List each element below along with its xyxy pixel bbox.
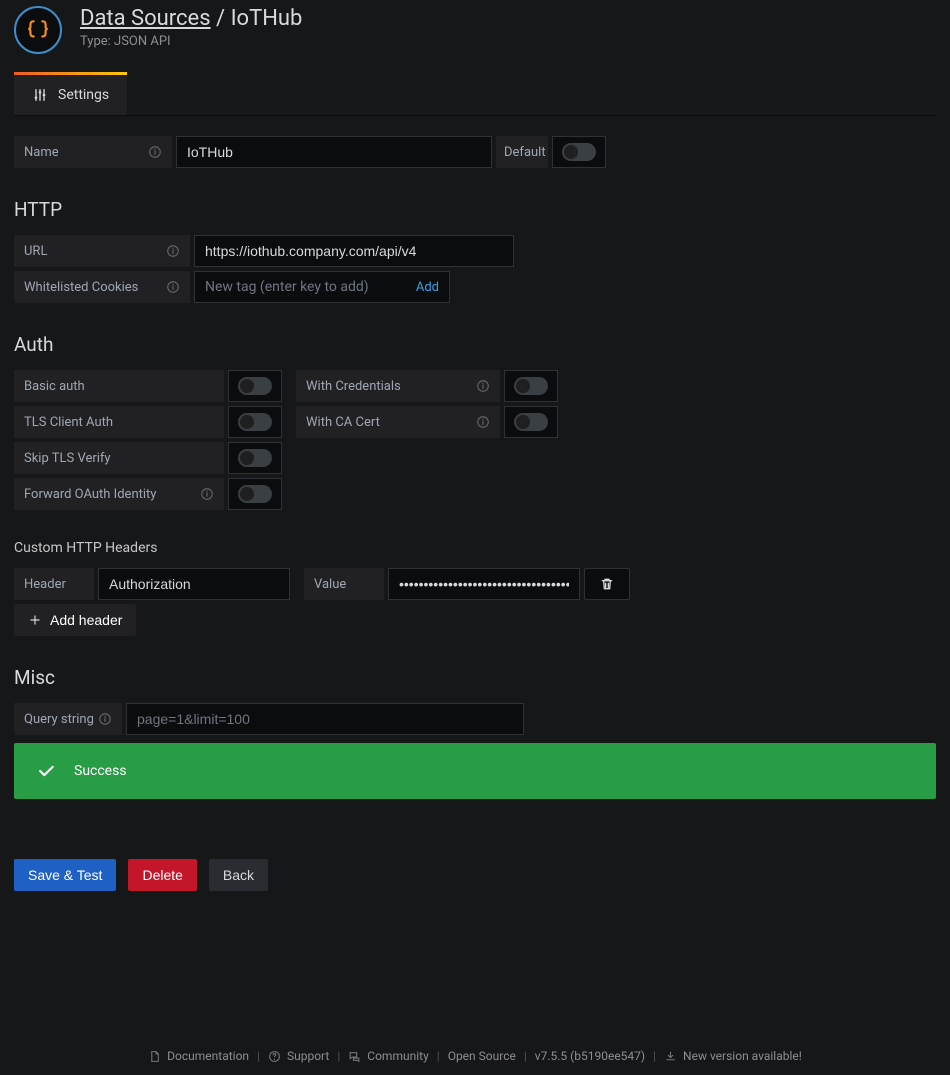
info-icon[interactable] <box>166 244 180 258</box>
plus-icon <box>28 613 42 627</box>
success-alert: Success <box>14 743 936 799</box>
info-icon[interactable] <box>166 280 180 294</box>
footer-community-link[interactable]: Community <box>348 1049 428 1063</box>
footer-update-link[interactable]: New version available! <box>664 1049 802 1063</box>
custom-headers-title: Custom HTTP Headers <box>14 540 936 556</box>
success-alert-text: Success <box>74 763 127 779</box>
skip-tls-verify-label: Skip TLS Verify <box>14 442 224 474</box>
query-string-input[interactable] <box>126 703 524 735</box>
tab-settings-label: Settings <box>58 87 109 103</box>
misc-section-title: Misc <box>14 666 936 689</box>
info-icon[interactable] <box>476 415 490 429</box>
whitelisted-cookies-input[interactable]: New tag (enter key to add) Add <box>194 271 450 303</box>
basic-auth-label: Basic auth <box>14 370 224 402</box>
with-credentials-toggle[interactable] <box>504 370 558 402</box>
add-tag-link[interactable]: Add <box>416 280 439 295</box>
default-toggle[interactable] <box>552 136 606 168</box>
tab-settings[interactable]: Settings <box>14 72 127 115</box>
action-bar: Save & Test Delete Back <box>14 859 936 891</box>
tls-client-auth-toggle[interactable] <box>228 406 282 438</box>
footer-version: v7.5.5 (b5190ee547) <box>535 1049 645 1063</box>
query-string-label: Query string <box>14 703 122 735</box>
default-label: Default <box>496 136 548 168</box>
page-footer: Documentation | Support | Community | Op… <box>0 1049 950 1063</box>
footer-docs-link[interactable]: Documentation <box>148 1049 249 1063</box>
header-value-input[interactable] <box>388 568 580 600</box>
header-name-input[interactable] <box>98 568 290 600</box>
page-header: Data Sources / IoTHub Type: JSON API <box>14 0 936 72</box>
whitelisted-cookies-label: Whitelisted Cookies <box>14 271 190 303</box>
url-label: URL <box>14 235 190 267</box>
delete-header-button[interactable] <box>584 568 630 600</box>
info-icon[interactable] <box>476 379 490 393</box>
tab-bar: Settings <box>14 72 936 116</box>
download-icon <box>664 1050 677 1063</box>
breadcrumb-current: IoTHub <box>231 6 303 31</box>
check-icon <box>36 761 56 781</box>
comments-icon <box>348 1050 361 1063</box>
basic-auth-toggle[interactable] <box>228 370 282 402</box>
page-title: Data Sources / IoTHub <box>80 6 302 32</box>
footer-support-link[interactable]: Support <box>268 1049 329 1063</box>
trash-icon <box>599 576 615 592</box>
delete-button[interactable]: Delete <box>128 859 196 891</box>
page-subtitle: Type: JSON API <box>80 34 302 49</box>
info-icon[interactable] <box>98 712 112 726</box>
http-section-title: HTTP <box>14 198 936 221</box>
auth-section-title: Auth <box>14 333 936 356</box>
forward-oauth-toggle[interactable] <box>228 478 282 510</box>
save-and-test-button[interactable]: Save & Test <box>14 859 116 891</box>
json-braces-icon <box>25 17 51 43</box>
document-icon <box>148 1050 161 1063</box>
name-label: Name <box>14 136 172 168</box>
info-icon[interactable] <box>200 487 214 501</box>
with-ca-cert-label: With CA Cert <box>296 406 500 438</box>
back-button[interactable]: Back <box>209 859 268 891</box>
info-icon[interactable] <box>148 145 162 159</box>
add-header-button[interactable]: Add header <box>14 604 136 636</box>
header-name-label: Header <box>14 568 94 600</box>
question-icon <box>268 1050 281 1063</box>
url-input[interactable] <box>194 235 514 267</box>
breadcrumb-root-link[interactable]: Data Sources <box>80 6 211 31</box>
plugin-logo <box>14 6 62 54</box>
skip-tls-verify-toggle[interactable] <box>228 442 282 474</box>
forward-oauth-label: Forward OAuth Identity <box>14 478 224 510</box>
with-credentials-label: With Credentials <box>296 370 500 402</box>
footer-opensource: Open Source <box>448 1049 516 1063</box>
name-input[interactable] <box>176 136 492 168</box>
tls-client-auth-label: TLS Client Auth <box>14 406 224 438</box>
with-ca-cert-toggle[interactable] <box>504 406 558 438</box>
header-value-label: Value <box>304 568 384 600</box>
sliders-icon <box>32 87 48 103</box>
